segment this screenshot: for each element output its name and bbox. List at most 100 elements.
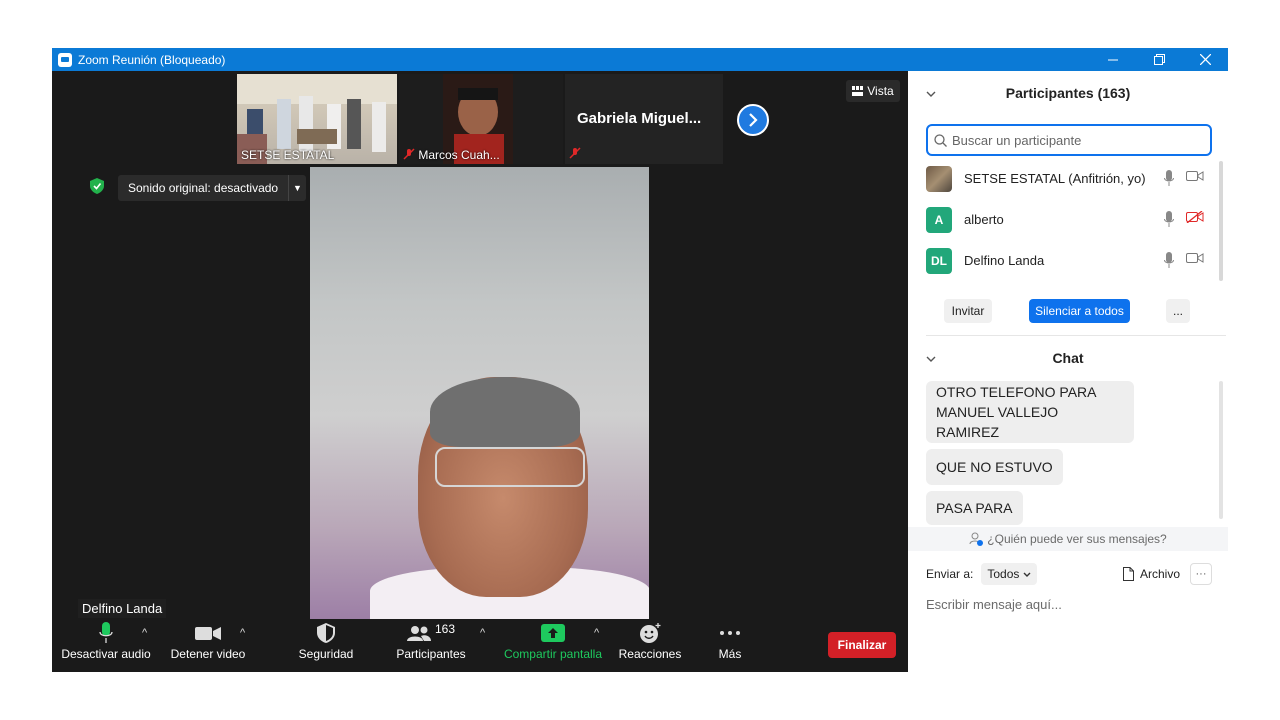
share-screen-icon bbox=[541, 624, 565, 642]
avatar: A bbox=[926, 206, 952, 233]
participant-row[interactable]: DL Delfino Landa bbox=[908, 240, 1228, 281]
original-sound-label: Sonido original: desactivado bbox=[128, 181, 279, 195]
microphone-icon[interactable] bbox=[1164, 211, 1174, 227]
chevron-down-icon bbox=[1023, 572, 1031, 577]
mic-muted-icon bbox=[403, 148, 415, 160]
caret-down-icon[interactable]: ▼ bbox=[288, 175, 306, 201]
original-sound-button[interactable]: Sonido original: desactivado ▼ bbox=[118, 175, 306, 201]
audio-options-caret-icon[interactable]: ^ bbox=[142, 627, 147, 639]
more-label: Más bbox=[718, 647, 742, 661]
chat-message: QUE NO ESTUVO bbox=[926, 449, 1063, 485]
send-to-dropdown[interactable]: Todos bbox=[981, 563, 1038, 585]
collapse-chevron-icon[interactable] bbox=[926, 86, 936, 100]
side-panel: Participantes (163) Buscar un participan… bbox=[908, 71, 1228, 672]
more-options-button[interactable]: ... bbox=[1166, 299, 1190, 323]
active-speaker-video bbox=[310, 167, 649, 619]
security-shield-icon bbox=[317, 623, 335, 643]
chat-message: PASA PARA bbox=[926, 491, 1023, 525]
video-camera-icon[interactable] bbox=[1186, 252, 1204, 264]
minimize-icon bbox=[1108, 59, 1118, 60]
more-button[interactable]: Más bbox=[702, 619, 758, 672]
mute-label: Desactivar audio bbox=[61, 647, 151, 661]
chevron-right-icon bbox=[749, 113, 758, 127]
stop-video-button[interactable]: Detener video bbox=[168, 619, 248, 672]
video-off-icon[interactable] bbox=[1186, 211, 1204, 223]
reactions-button[interactable]: Reacciones bbox=[614, 619, 686, 672]
avatar: DL bbox=[926, 247, 952, 274]
who-can-see-link[interactable]: ¿Quién puede ver sus mensajes? bbox=[908, 527, 1228, 551]
minimize-button[interactable] bbox=[1090, 48, 1136, 71]
chat-input-placeholder: Escribir mensaje aquí... bbox=[926, 596, 1062, 612]
share-options-caret-icon[interactable]: ^ bbox=[594, 627, 599, 639]
microphone-icon bbox=[99, 622, 113, 643]
grid-view-icon bbox=[852, 86, 864, 96]
file-icon bbox=[1123, 567, 1134, 581]
send-to-label: Enviar a: bbox=[926, 567, 974, 581]
share-label: Compartir pantalla bbox=[503, 647, 603, 661]
participant-list: SETSE ESTATAL (Anfitrión, yo) A alberto … bbox=[908, 158, 1228, 281]
microphone-icon[interactable] bbox=[1164, 170, 1174, 186]
microphone-icon[interactable] bbox=[1164, 252, 1174, 268]
chat-scrollbar[interactable] bbox=[1219, 381, 1223, 519]
collapse-chevron-icon[interactable] bbox=[926, 351, 936, 365]
divider bbox=[926, 335, 1226, 336]
file-button[interactable]: Archivo bbox=[1123, 563, 1180, 585]
more-dots-icon bbox=[720, 631, 740, 635]
title-bar: Zoom Reunión (Bloqueado) bbox=[52, 48, 1228, 71]
mic-muted-icon bbox=[569, 147, 581, 159]
video-shape-hair bbox=[430, 377, 580, 447]
video-camera-icon[interactable] bbox=[1186, 170, 1204, 182]
participants-label: Participantes bbox=[396, 647, 466, 661]
file-label: Archivo bbox=[1140, 567, 1181, 581]
close-button[interactable] bbox=[1182, 48, 1228, 71]
gallery-thumbnail[interactable]: Gabriela Miguel... bbox=[565, 74, 723, 164]
chat-header: Chat bbox=[908, 341, 1228, 375]
next-page-button[interactable] bbox=[737, 104, 769, 136]
who-can-see-text: ¿Quién puede ver sus mensajes? bbox=[987, 532, 1167, 546]
video-options-caret-icon[interactable]: ^ bbox=[240, 627, 245, 639]
participant-search-input[interactable]: Buscar un participante bbox=[926, 124, 1212, 156]
send-to-row: Enviar a: Todos Archivo ··· bbox=[926, 563, 1216, 585]
participant-row[interactable]: SETSE ESTATAL (Anfitrión, yo) bbox=[908, 158, 1228, 199]
gallery-thumbnail[interactable]: SETSE ESTATAL bbox=[237, 74, 397, 164]
chat-more-button[interactable]: ··· bbox=[1190, 563, 1212, 585]
chat-messages: OTRO TELEFONO PARA MANUEL VALLEJO RAMIRE… bbox=[926, 381, 1216, 531]
gallery-thumbnail[interactable]: Marcos Cuah... bbox=[399, 74, 563, 164]
participants-options-caret-icon[interactable]: ^ bbox=[480, 627, 485, 639]
video-label: Detener video bbox=[170, 647, 246, 661]
share-screen-button[interactable]: Compartir pantalla bbox=[500, 619, 606, 672]
end-meeting-button[interactable]: Finalizar bbox=[828, 632, 896, 658]
participants-button[interactable]: 163 Participantes bbox=[392, 619, 470, 672]
participants-scrollbar[interactable] bbox=[1219, 161, 1223, 281]
search-icon bbox=[928, 133, 952, 147]
video-camera-icon bbox=[195, 627, 221, 640]
invite-button[interactable]: Invitar bbox=[944, 299, 992, 323]
search-placeholder: Buscar un participante bbox=[952, 132, 1082, 148]
participant-row[interactable]: A alberto bbox=[908, 199, 1228, 240]
window-title: Zoom Reunión (Bloqueado) bbox=[78, 52, 226, 67]
reaction-smiley-icon bbox=[640, 623, 661, 643]
security-button[interactable]: Seguridad bbox=[290, 619, 362, 672]
participants-count: 163 bbox=[434, 622, 456, 636]
encryption-shield-icon[interactable] bbox=[88, 177, 106, 195]
send-to-value: Todos bbox=[987, 567, 1020, 581]
mute-all-button[interactable]: Silenciar a todos bbox=[1029, 299, 1130, 323]
close-icon bbox=[1199, 54, 1211, 65]
thumbnail-status bbox=[569, 147, 581, 162]
person-info-icon bbox=[969, 532, 984, 546]
restore-button[interactable] bbox=[1136, 48, 1182, 71]
view-button[interactable]: Vista bbox=[846, 80, 900, 102]
reactions-label: Reacciones bbox=[618, 647, 682, 661]
chat-message-input[interactable]: Escribir mensaje aquí... bbox=[926, 593, 1216, 615]
participants-icon bbox=[406, 626, 431, 641]
security-label: Seguridad bbox=[298, 647, 354, 661]
avatar bbox=[926, 165, 952, 192]
participant-actions: Invitar Silenciar a todos ... bbox=[908, 299, 1228, 323]
mute-button[interactable]: Desactivar audio bbox=[61, 619, 151, 672]
thumbnail-name: Marcos Cuah... bbox=[403, 148, 500, 162]
zoom-app-icon bbox=[58, 52, 72, 67]
chat-message: OTRO TELEFONO PARA MANUEL VALLEJO RAMIRE… bbox=[926, 381, 1134, 443]
view-label: Vista bbox=[867, 84, 894, 98]
participants-title: Participantes (163) bbox=[1005, 85, 1131, 101]
restore-icon bbox=[1153, 54, 1165, 65]
